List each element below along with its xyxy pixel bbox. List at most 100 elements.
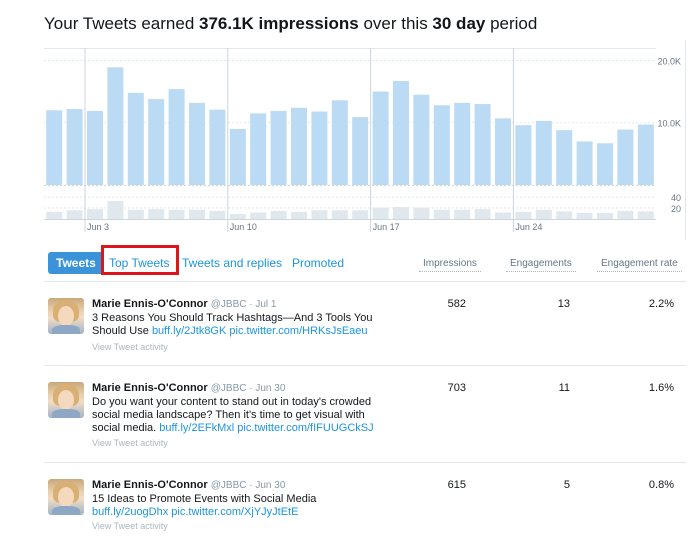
tab-top-tweets[interactable]: Top Tweets — [109, 252, 169, 274]
view-tweet-activity-link[interactable]: View Tweet activity — [92, 438, 168, 448]
impressions-bar — [87, 110, 103, 185]
engagements-bar — [189, 209, 205, 219]
impressions-bar — [433, 105, 450, 185]
engagements-bar — [291, 211, 307, 219]
impressions-bar — [229, 128, 246, 185]
impressions-bar — [535, 120, 552, 185]
engagements-bar — [576, 212, 593, 219]
avatar[interactable] — [48, 479, 84, 515]
tweet-links[interactable]: buff.ly/2EFkMxl pic.twitter.com/fIFUUGCk… — [159, 422, 373, 434]
impressions-bar — [474, 104, 491, 185]
engagement-rate-value: 2.2% — [648, 298, 674, 310]
impressions-bar — [331, 100, 348, 185]
column-header-impressions[interactable]: Impressions — [419, 258, 481, 272]
impressions-bar — [637, 124, 654, 185]
impressions-bar — [454, 102, 471, 185]
engagements-bar — [270, 210, 287, 219]
engagements-bar — [617, 210, 634, 219]
chart-svg: 20.0K 10.0K 4020 Jun 3 Jun 10 Jun 17 Jun 24 — [44, 48, 681, 232]
impressions-bar — [46, 110, 63, 185]
engagements-bar — [107, 200, 124, 219]
engagements-bar — [413, 207, 430, 219]
x-tick-label: Jun 24 — [515, 222, 542, 232]
impressions-bar — [576, 141, 593, 185]
x-tick-label: Jun 17 — [373, 222, 400, 232]
engagements-bar — [393, 206, 409, 219]
author-handle[interactable]: @JBBC · Jun 30 — [211, 383, 286, 394]
engagements-bar — [372, 207, 389, 219]
impressions-bar — [127, 92, 144, 185]
engagements-bar — [127, 209, 144, 219]
column-header-engagement-rate[interactable]: Engagement rate — [597, 258, 682, 272]
panel-border — [685, 40, 686, 240]
engagements-value: 13 — [557, 298, 570, 310]
engagements-tick-label: 40 — [671, 193, 681, 203]
impressions-bar — [270, 110, 287, 185]
tweet-row[interactable]: Marie Ennis-O'Connor @JBBC · Jun 30 Do y… — [44, 366, 686, 463]
engagement-rate-value: 1.6% — [648, 382, 674, 394]
engagements-bar — [454, 209, 471, 219]
tweet-meta: Marie Ennis-O'Connor @JBBC · Jun 30 — [92, 382, 285, 394]
engagements-bar — [597, 212, 613, 219]
tweet-text: 15 Ideas to Promote Events with Social M… — [92, 493, 317, 518]
author-handle[interactable]: @JBBC · Jul 1 — [211, 299, 277, 310]
impressions-bar — [352, 117, 369, 185]
impressions-chart: 20.0K 10.0K 40 20 Jun 3 Jun 10 Jun 17 Jun 24 — [44, 48, 684, 238]
engagements-value: 5 — [563, 479, 570, 491]
engagements-bar — [515, 211, 532, 219]
engagements-bar — [474, 209, 491, 219]
engagement-rate-value: 0.8% — [648, 479, 674, 491]
engagements-tick-label: 20 — [671, 204, 681, 214]
avatar[interactable] — [48, 298, 84, 334]
page-title: Your Tweets earned 376.1K impressions ov… — [44, 14, 538, 33]
x-tick-label: Jun 3 — [87, 222, 109, 232]
tweet-links[interactable]: buff.ly/2Jtk8GK pic.twitter.com/HRKsJsEa… — [152, 325, 368, 337]
impressions-bar — [372, 91, 389, 185]
author-handle[interactable]: @JBBC · Jun 30 — [211, 480, 286, 491]
engagements-bar — [229, 214, 246, 219]
impressions-bar — [495, 118, 511, 185]
impressions-bar — [107, 67, 124, 185]
impressions-bar — [66, 109, 83, 185]
view-tweet-activity-link[interactable]: View Tweet activity — [92, 521, 168, 531]
impressions-bar — [189, 102, 205, 185]
tweet-meta: Marie Ennis-O'Connor @JBBC · Jul 1 — [92, 298, 276, 310]
tweet-text: Do you want your content to stand out in… — [92, 396, 374, 434]
tab-promoted[interactable]: Promoted — [292, 252, 344, 274]
engagements-bar — [168, 209, 185, 219]
impressions-total: 376.1K impressions — [199, 14, 359, 33]
x-tick-label: Jun 10 — [230, 222, 257, 232]
engagements-bar — [209, 210, 226, 219]
engagements-bar — [331, 210, 348, 219]
avatar[interactable] — [48, 382, 84, 418]
tweet-tabs: Tweets Top Tweets Tweets and replies Pro… — [48, 252, 348, 274]
tab-tweets[interactable]: Tweets — [48, 252, 104, 274]
impressions-tick-label: 20.0K — [657, 56, 681, 66]
author-name[interactable]: Marie Ennis-O'Connor — [92, 298, 208, 310]
impressions-bar — [617, 129, 634, 185]
engagements-bar — [66, 210, 83, 219]
author-name[interactable]: Marie Ennis-O'Connor — [92, 479, 208, 491]
tweet-row[interactable]: Marie Ennis-O'Connor @JBBC · Jun 30 15 I… — [44, 463, 686, 541]
impressions-value: 703 — [447, 382, 466, 394]
engagements-bar — [433, 209, 450, 219]
impressions-bar — [413, 94, 430, 185]
engagements-bar — [46, 211, 63, 219]
engagements-value: 11 — [558, 382, 570, 394]
engagements-bar — [535, 209, 552, 219]
engagements-bar — [250, 212, 267, 219]
impressions-bar — [393, 81, 409, 185]
impressions-value: 615 — [447, 479, 466, 491]
impressions-bar — [250, 113, 267, 185]
view-tweet-activity-link[interactable]: View Tweet activity — [92, 342, 168, 352]
author-name[interactable]: Marie Ennis-O'Connor — [92, 382, 208, 394]
column-header-engagements[interactable]: Engagements — [506, 258, 576, 272]
tweet-row[interactable]: Marie Ennis-O'Connor @JBBC · Jul 1 3 Rea… — [44, 282, 686, 366]
engagements-bar — [311, 210, 328, 219]
impressions-bar — [148, 99, 165, 185]
engagements-bar — [352, 210, 369, 219]
tab-tweets-and-replies[interactable]: Tweets and replies — [182, 252, 282, 274]
engagements-bar — [495, 212, 511, 219]
tweet-links[interactable]: buff.ly/2uogDhx pic.twitter.com/XjYJyJtE… — [92, 506, 298, 518]
impressions-bar — [515, 125, 532, 185]
